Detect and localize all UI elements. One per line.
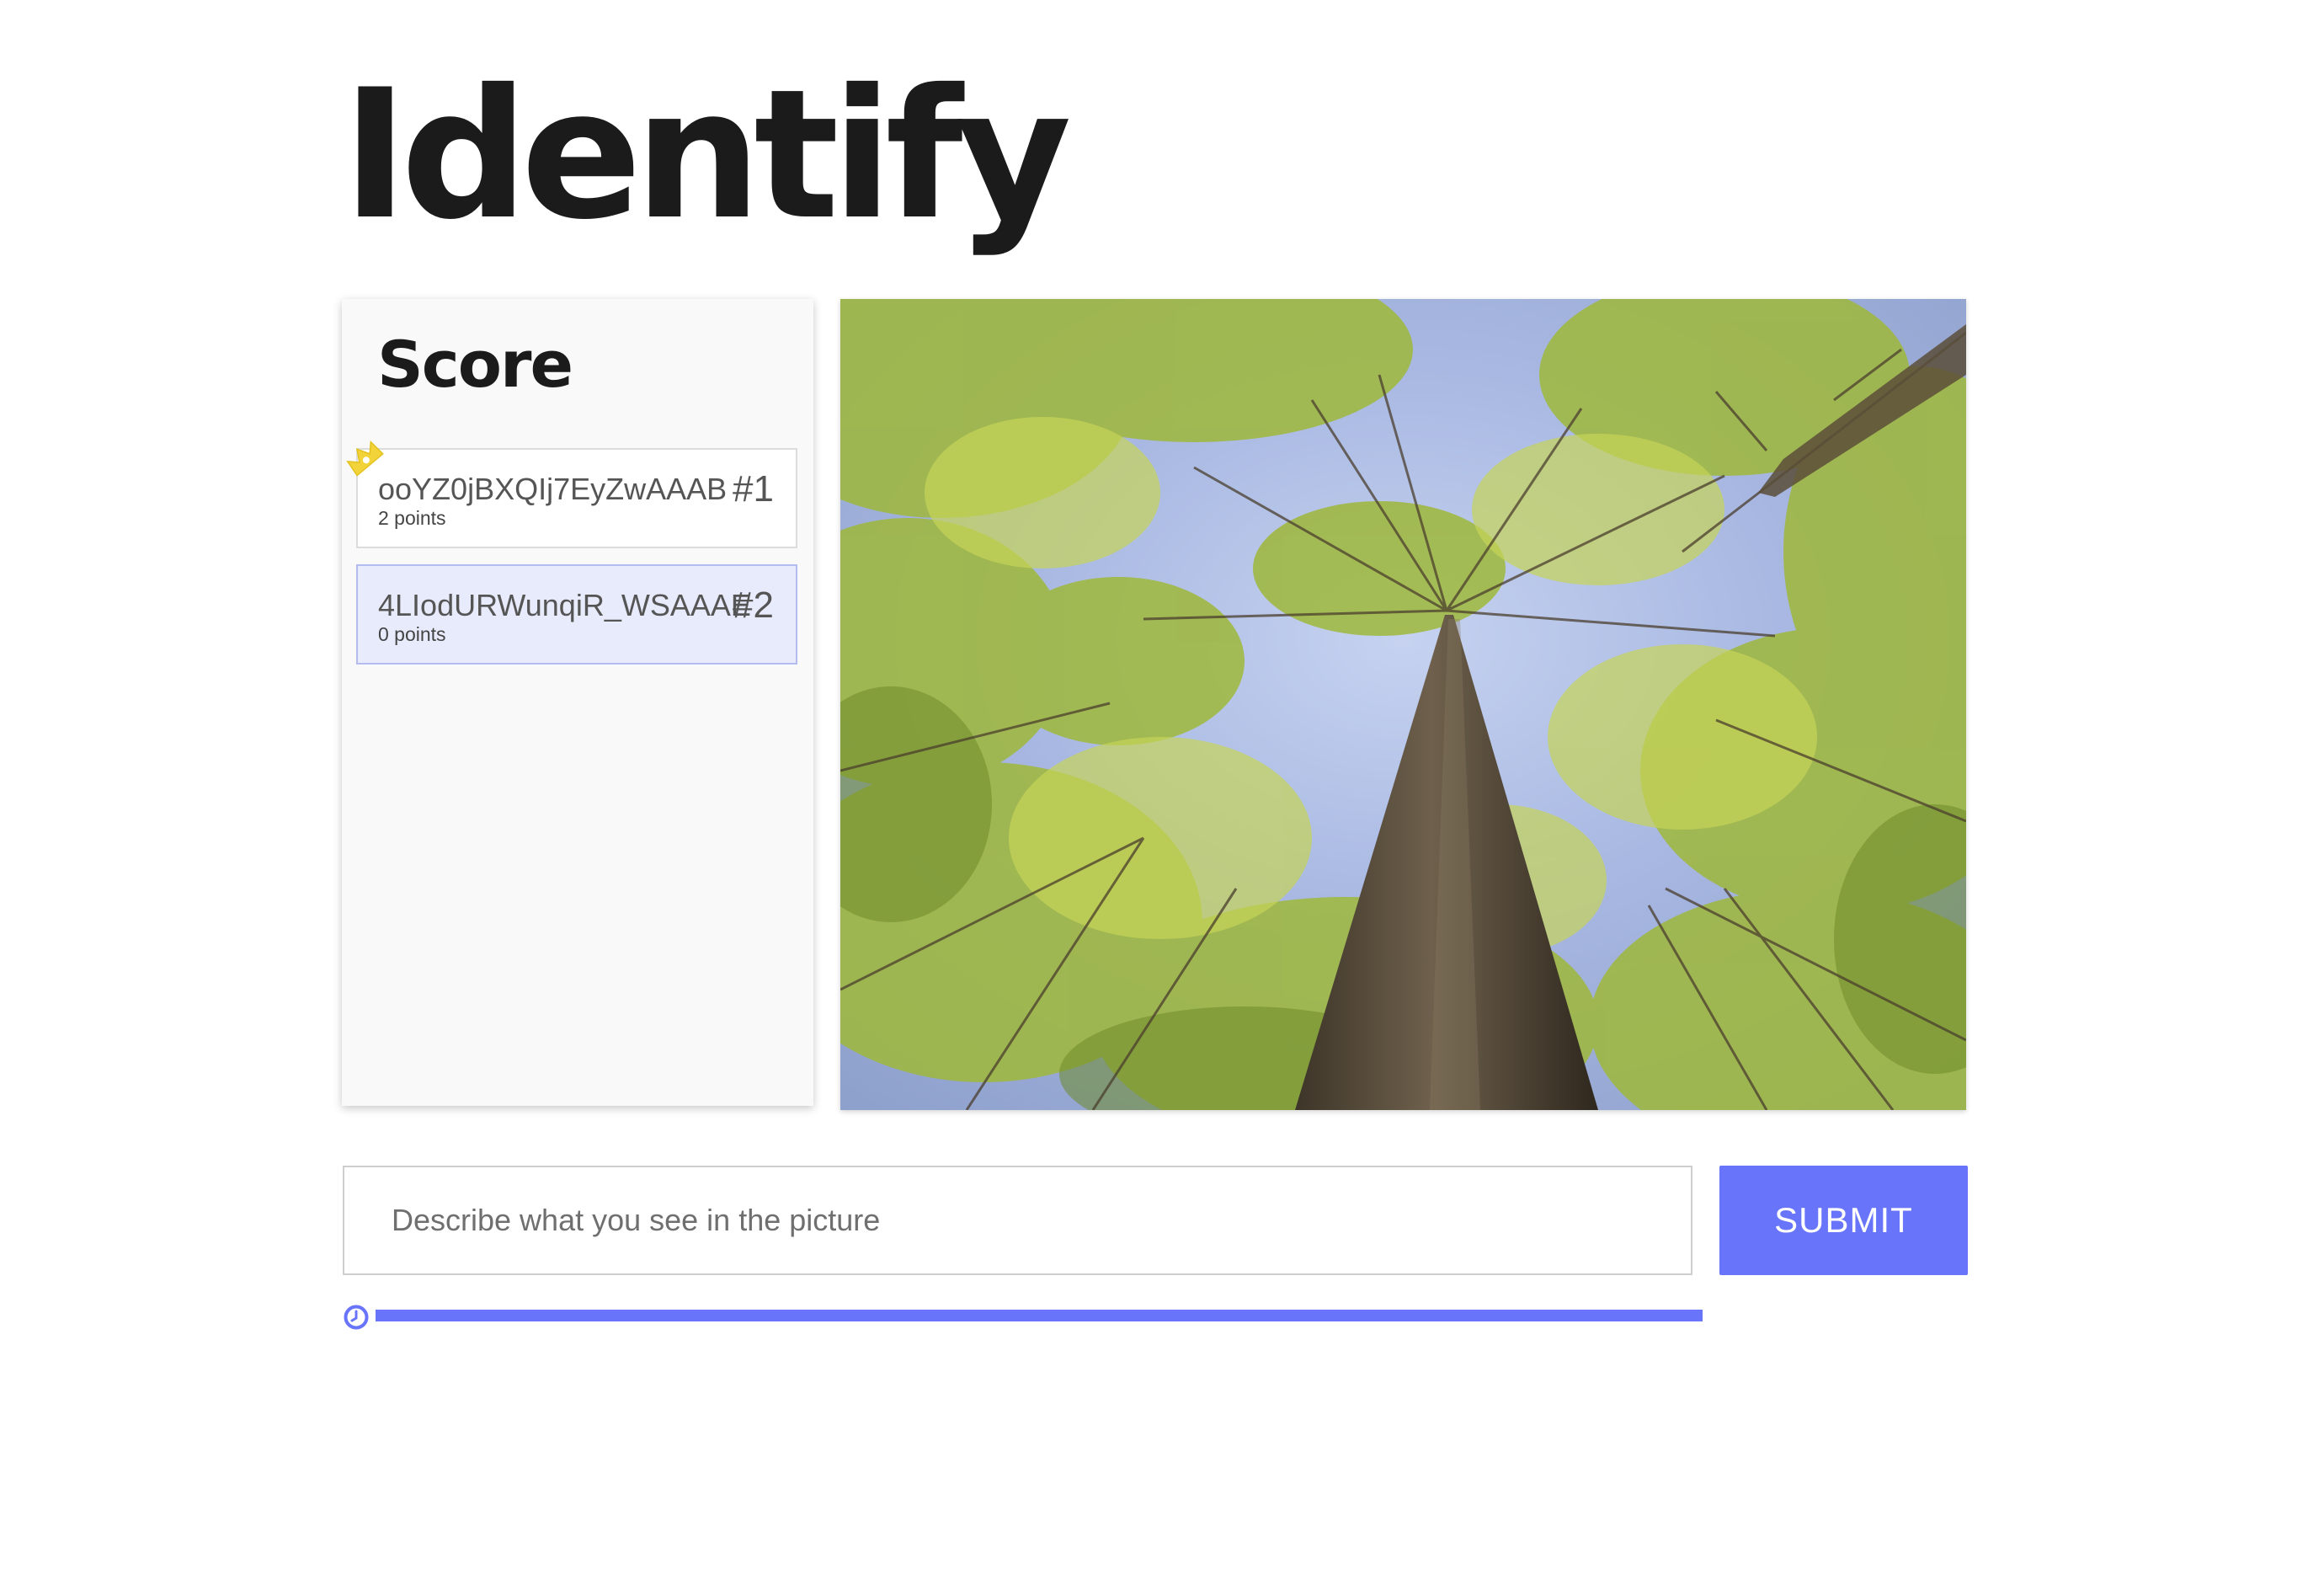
timer-progress-fill	[376, 1310, 1703, 1321]
player-card-2[interactable]: 4LIodURWunqiR_WSAAAE 0 points #2	[356, 564, 797, 665]
player-card-1[interactable]: ooYZ0jBXQIj7EyZwAAAB 2 points #1	[346, 440, 797, 548]
timer-progress-bar	[376, 1310, 1703, 1321]
player-name: 4LIodURWunqiR_WSAAAE	[378, 588, 751, 622]
forest-canopy-image	[840, 299, 1966, 1110]
score-heading: Score	[377, 327, 573, 402]
identify-page: Identify Score ooYZ0jBXQIj7EyZwAAAB 2 po…	[0, 0, 2324, 1580]
player-rank: #1	[733, 468, 774, 510]
player-name: ooYZ0jBXQIj7EyZwAAAB	[378, 472, 728, 506]
clock-icon	[344, 1305, 369, 1330]
challenge-picture	[840, 299, 1966, 1110]
score-panel: Score ooYZ0jBXQIj7EyZwAAAB 2 points #1 4…	[342, 299, 813, 1106]
player-points: 0 points	[378, 623, 446, 645]
player-points: 2 points	[378, 507, 446, 529]
player-rank: #2	[733, 584, 774, 626]
app-title: Identify	[342, 51, 1072, 259]
guess-input[interactable]	[343, 1166, 1692, 1275]
submit-button[interactable]: SUBMIT	[1719, 1166, 1968, 1275]
